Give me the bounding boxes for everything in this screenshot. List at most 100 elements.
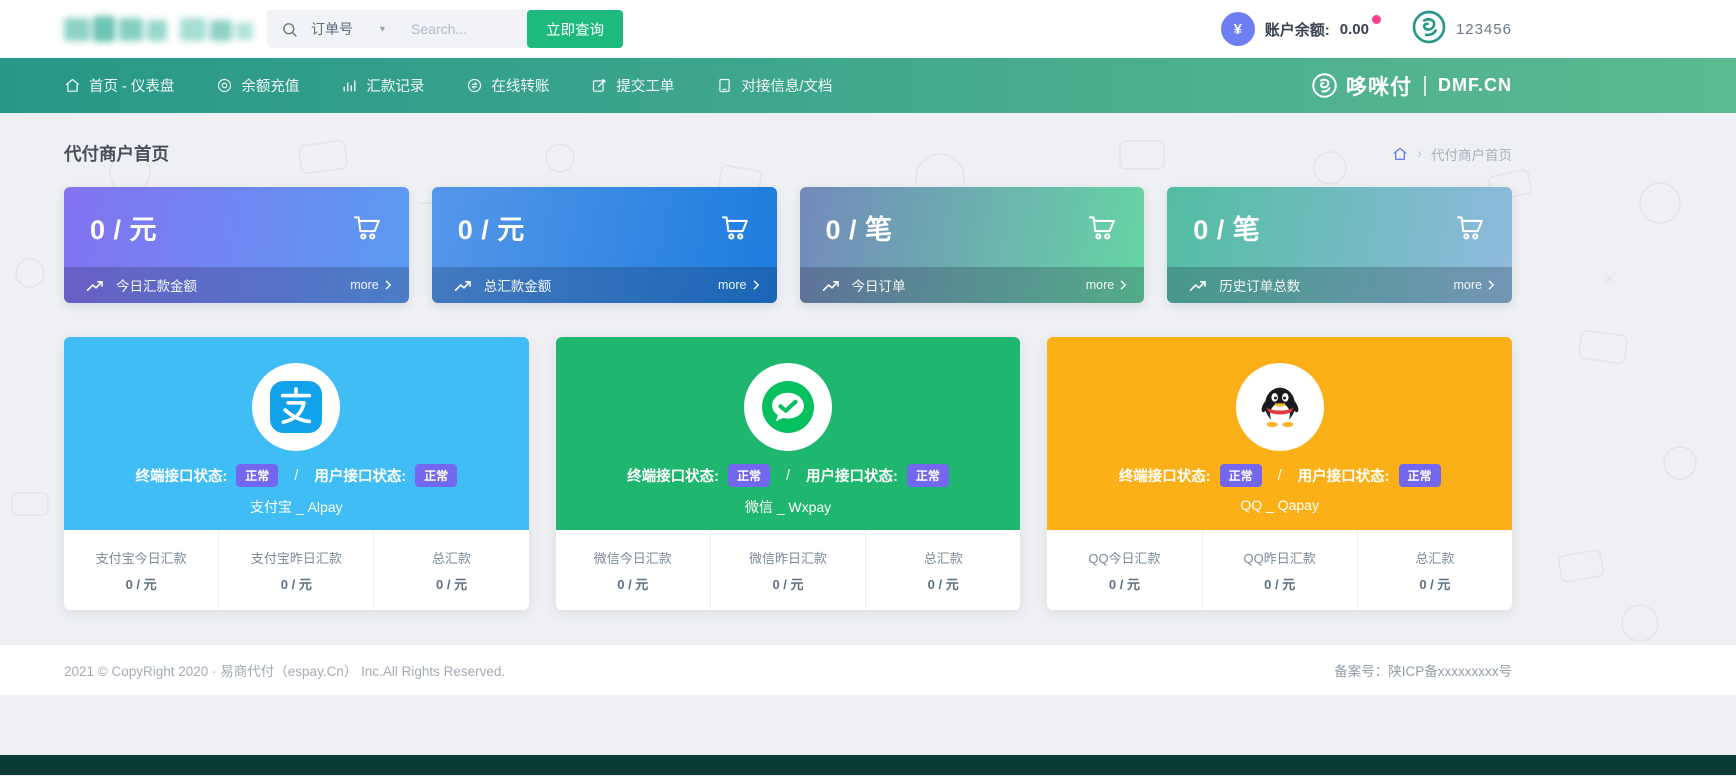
interface-status: 终端接口状态: 正常 / 用户接口状态: 正常 — [1119, 464, 1441, 487]
chevron-right-icon — [1488, 280, 1495, 290]
nav-item-api-docs[interactable]: 对接信息/文档 — [716, 75, 832, 96]
nav-item-online-transfer[interactable]: 在线转账 — [466, 75, 549, 96]
pay-stat-label: 总汇款 — [1415, 550, 1455, 566]
search-category-dropdown[interactable]: 订单号 ▾ — [311, 19, 385, 39]
pay-stat-label: 支付宝昨日汇款 — [250, 550, 342, 566]
pay-stat-value: 0 / 元 — [927, 576, 959, 592]
trend-up-icon — [822, 280, 839, 291]
pay-stat-label: 支付宝今日汇款 — [95, 550, 187, 566]
more-label: more — [718, 278, 747, 292]
more-link[interactable]: more — [350, 278, 391, 292]
home-icon[interactable] — [1392, 146, 1408, 162]
pay-stat-label: QQ今日汇款 — [1088, 550, 1161, 566]
pay-stat-value: 0 / 元 — [125, 576, 157, 592]
stat-value: 0 / 元 — [90, 214, 158, 245]
trend-up-icon — [454, 280, 471, 291]
more-label: more — [350, 278, 379, 292]
more-link[interactable]: more — [1086, 278, 1127, 292]
payment-cards-row: 终端接口状态: 正常 / 用户接口状态: 正常 支付宝 _ Alpay 支付宝今… — [64, 337, 1513, 610]
pay-stat-label: 微信昨日汇款 — [748, 550, 827, 566]
main-nav: 首页 - 仪表盘 余额充值 汇款记录 在线转账 提交工单 对接信息/文档 哆咪付… — [0, 58, 1736, 113]
user-status-label: 用户接口状态: — [1297, 469, 1390, 485]
terminal-status-badge: 正常 — [727, 464, 770, 487]
trend-up-icon — [1190, 280, 1207, 291]
pay-stat: 微信昨日汇款 0 / 元 — [709, 530, 865, 610]
more-label: more — [1453, 278, 1482, 292]
terminal-status-label: 终端接口状态: — [135, 469, 228, 485]
pay-stat-value: 0 / 元 — [772, 576, 804, 592]
pay-stat-value: 0 / 元 — [1264, 576, 1296, 592]
cart-icon — [1455, 213, 1486, 242]
stat-label: 今日订单 — [851, 279, 906, 294]
terminal-status-label: 终端接口状态: — [1118, 469, 1211, 485]
pay-stat-value: 0 / 元 — [1419, 576, 1451, 592]
cart-icon — [720, 213, 751, 242]
payment-stats: 微信今日汇款 0 / 元 微信昨日汇款 0 / 元 总汇款 0 / 元 — [556, 530, 1021, 610]
coin-icon — [216, 77, 233, 94]
bottom-bar — [0, 755, 1736, 775]
payment-card-wechat: 终端接口状态: 正常 / 用户接口状态: 正常 微信 _ Wxpay 微信今日汇… — [555, 337, 1021, 610]
chevron-right-icon — [1121, 280, 1127, 290]
nav-item-label: 对接信息/文档 — [741, 79, 833, 95]
user-menu[interactable]: 123456 — [1411, 9, 1512, 50]
more-link[interactable]: more — [718, 278, 759, 292]
pay-stat-label: 总汇款 — [923, 550, 963, 566]
search-submit-button[interactable]: 立即查询 — [527, 10, 624, 48]
more-label: more — [1085, 278, 1115, 292]
cart-icon — [352, 213, 383, 242]
nav-item-label: 汇款记录 — [366, 79, 425, 95]
breadcrumb: › 代付商户首页 — [1392, 144, 1512, 164]
pay-stat-label: 总汇款 — [432, 550, 472, 566]
search-input[interactable] — [409, 20, 528, 38]
stat-cards-row: 0 / 元 今日汇款金额 more 0 / 元 总汇款金额 more 0 / 笔 — [64, 187, 1512, 303]
more-link[interactable]: more — [1454, 278, 1495, 292]
chevron-right-icon — [753, 280, 759, 290]
icp-text: 备案号：陕ICP备xxxxxxxxx号 — [1334, 664, 1512, 679]
brand-swirl-icon — [1311, 72, 1338, 99]
stat-label: 总汇款金额 — [483, 279, 552, 294]
pay-stat-value: 0 / 元 — [1108, 576, 1140, 592]
wechat-logo-icon — [744, 363, 832, 451]
brand-swirl-icon — [1411, 9, 1447, 50]
payment-stats: 支付宝今日汇款 0 / 元 支付宝昨日汇款 0 / 元 总汇款 0 / 元 — [64, 530, 529, 610]
logo-block — [147, 20, 167, 41]
user-status-badge: 正常 — [415, 464, 458, 487]
pay-stat: 微信今日汇款 0 / 元 — [556, 530, 710, 610]
logo-block — [210, 20, 232, 41]
interface-status: 终端接口状态: 正常 / 用户接口状态: 正常 — [135, 464, 458, 487]
nav-item-remittance-records[interactable]: 汇款记录 — [341, 75, 424, 96]
copyright-text: 2021 © CopyRight 2020 · 易商代付（espay.Cn） I… — [64, 664, 506, 679]
logo-block — [64, 18, 90, 41]
stat-card-today-remit-amount: 0 / 元 今日汇款金额 more — [64, 187, 409, 303]
pay-stat: QQ今日汇款 0 / 元 — [1047, 530, 1201, 610]
nav-item-recharge[interactable]: 余额充值 — [216, 75, 299, 96]
pay-stat: QQ昨日汇款 0 / 元 — [1201, 530, 1357, 610]
search-bar: 订单号 ▾ 立即查询 — [267, 10, 624, 48]
account-balance[interactable]: ¥ 账户余额: 0.00 — [1220, 12, 1381, 46]
balance-label: 账户余额: — [1264, 21, 1330, 39]
brand-logo[interactable]: 哆咪付 DMF.CN — [1311, 71, 1512, 101]
document-icon — [716, 77, 733, 94]
merchant-logo[interactable] — [64, 11, 254, 47]
caret-down-icon: ▾ — [380, 23, 386, 35]
terminal-status-badge: 正常 — [1219, 464, 1262, 487]
pay-stat-value: 0 / 元 — [280, 576, 312, 592]
logo-block — [93, 16, 115, 42]
alipay-logo-icon — [252, 363, 341, 451]
nav-item-label: 余额充值 — [241, 79, 300, 95]
cart-icon — [1087, 213, 1118, 242]
payment-stats: QQ今日汇款 0 / 元 QQ昨日汇款 0 / 元 总汇款 0 / 元 — [1047, 530, 1512, 610]
pay-stat: 总汇款 0 / 元 — [865, 530, 1020, 610]
interface-status: 终端接口状态: 正常 / 用户接口状态: 正常 — [627, 464, 949, 487]
top-header: 订单号 ▾ 立即查询 ¥ 账户余额: 0.00 123456 — [0, 0, 1736, 58]
logo-block — [180, 18, 206, 41]
chevron-right-icon — [385, 280, 391, 290]
nav-item-submit-ticket[interactable]: 提交工单 — [591, 75, 674, 96]
trend-up-icon — [86, 280, 103, 291]
search-icon — [281, 21, 298, 38]
page-title: 代付商户首页 — [64, 144, 169, 164]
stat-label: 今日汇款金额 — [116, 279, 197, 294]
qq-logo-icon — [1235, 363, 1324, 451]
nav-item-dashboard[interactable]: 首页 - 仪表盘 — [64, 75, 174, 96]
pay-stat-label: 微信今日汇款 — [593, 550, 672, 566]
